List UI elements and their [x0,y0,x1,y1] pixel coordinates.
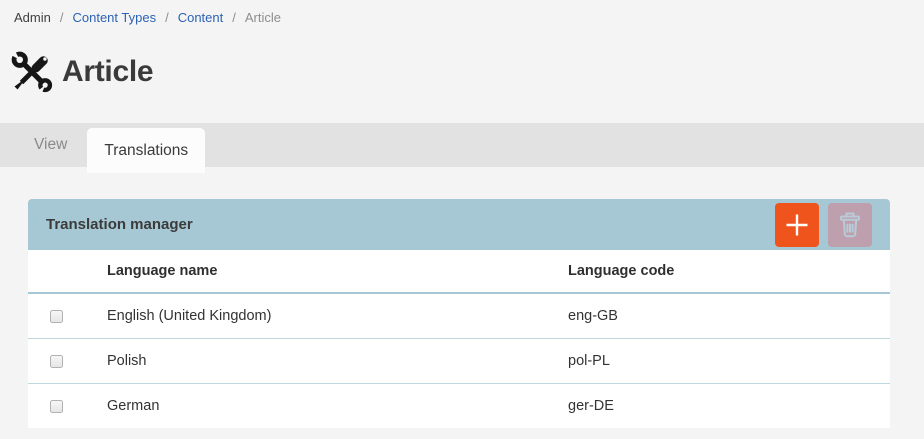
tab-view[interactable]: View [14,123,87,167]
translations-table: Language name Language code English (Uni… [28,250,890,428]
panel-header: Translation manager [28,199,890,250]
breadcrumb-separator: / [232,10,236,25]
column-header-language-name: Language name [107,263,568,279]
breadcrumb-item-admin: Admin [14,10,51,25]
plus-icon [785,213,809,237]
page-title: Article [62,55,153,89]
breadcrumb-item-article: Article [245,10,281,25]
trash-icon [838,211,862,238]
panel-title: Translation manager [46,216,193,233]
row-checkbox[interactable] [50,310,63,323]
language-code-cell: pol-PL [568,353,890,369]
table-row: Polish pol-PL [28,339,890,384]
translation-manager-panel: Translation manager Language name Langua… [28,199,890,428]
breadcrumb-link-content[interactable]: Content [178,10,224,25]
language-name-cell: English (United Kingdom) [107,308,568,324]
tab-translations[interactable]: Translations [87,128,205,173]
language-name-cell: German [107,398,568,414]
language-name-cell: Polish [107,353,568,369]
delete-translation-button[interactable] [828,203,872,247]
breadcrumb-separator: / [165,10,169,25]
add-translation-button[interactable] [775,203,819,247]
table-row: German ger-DE [28,384,890,428]
tab-bar: View Translations [0,123,924,167]
table-row: English (United Kingdom) eng-GB [28,294,890,339]
breadcrumb-link-content-types[interactable]: Content Types [72,10,156,25]
tools-icon [11,51,53,93]
row-checkbox[interactable] [50,400,63,413]
language-code-cell: ger-DE [568,398,890,414]
page-header: Article [11,49,924,95]
column-header-language-code: Language code [568,263,890,279]
table-header-row: Language name Language code [28,250,890,294]
language-code-cell: eng-GB [568,308,890,324]
row-checkbox[interactable] [50,355,63,368]
breadcrumb-separator: / [60,10,64,25]
breadcrumb: Admin / Content Types / Content / Articl… [0,0,924,25]
